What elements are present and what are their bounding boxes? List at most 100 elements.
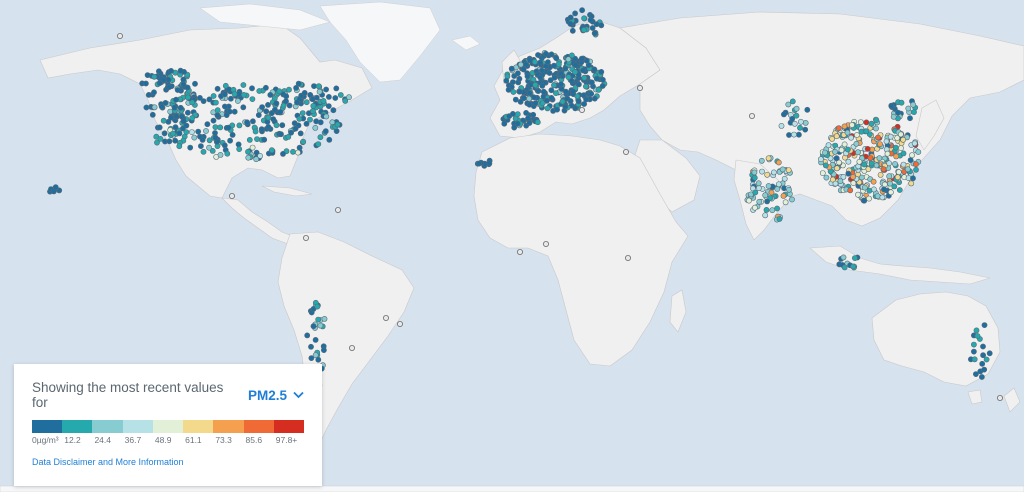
station-marker[interactable] [570,88,576,95]
station-marker[interactable] [580,67,586,74]
station-marker[interactable] [503,77,510,84]
station-marker[interactable] [764,171,771,178]
station-marker[interactable] [797,124,803,131]
station-marker[interactable] [270,116,277,122]
station-marker[interactable] [310,103,317,109]
station-marker[interactable] [884,150,891,157]
no-data-marker[interactable] [517,248,524,255]
station-marker[interactable] [567,98,574,104]
station-marker[interactable] [173,96,179,103]
station-marker[interactable] [883,138,890,145]
station-marker[interactable] [185,94,191,101]
station-marker[interactable] [200,98,207,104]
station-marker[interactable] [569,27,576,34]
station-marker[interactable] [874,193,881,199]
station-marker[interactable] [337,92,344,98]
station-marker[interactable] [868,120,875,127]
station-marker[interactable] [510,89,517,95]
station-marker[interactable] [572,69,578,75]
station-marker[interactable] [789,196,795,203]
station-marker[interactable] [156,80,163,86]
station-marker[interactable] [261,136,268,143]
station-marker[interactable] [178,113,185,120]
station-marker[interactable] [180,76,187,83]
station-marker[interactable] [249,96,256,102]
station-marker[interactable] [900,161,907,168]
station-marker[interactable] [166,84,173,90]
station-marker[interactable] [192,80,198,87]
station-marker[interactable] [591,66,598,73]
station-marker[interactable] [841,141,848,148]
station-marker[interactable] [510,111,516,117]
station-marker[interactable] [321,315,328,322]
station-marker[interactable] [764,198,770,205]
station-marker[interactable] [863,119,870,126]
station-marker[interactable] [530,111,537,118]
station-marker[interactable] [526,95,532,102]
station-marker[interactable] [255,112,262,118]
station-marker[interactable] [870,178,877,185]
station-marker[interactable] [558,70,565,77]
station-marker[interactable] [170,130,176,137]
station-marker[interactable] [315,141,322,147]
station-marker[interactable] [188,129,195,135]
station-marker[interactable] [258,126,265,133]
station-marker[interactable] [526,90,533,96]
station-marker[interactable] [980,352,986,359]
station-marker[interactable] [581,74,588,81]
station-marker[interactable] [589,25,596,31]
station-marker[interactable] [278,131,284,138]
station-marker[interactable] [847,187,854,194]
station-marker[interactable] [780,192,787,199]
station-marker[interactable] [786,186,792,193]
station-marker[interactable] [245,148,251,155]
station-marker[interactable] [888,103,895,109]
station-marker[interactable] [818,156,824,163]
station-marker[interactable] [823,174,830,181]
station-marker[interactable] [894,174,901,181]
parameter-dropdown[interactable]: PM2.5 [248,388,304,403]
station-marker[interactable] [145,92,152,98]
no-data-marker[interactable] [348,344,355,351]
station-marker[interactable] [980,343,986,350]
station-marker[interactable] [856,158,863,165]
station-marker[interactable] [231,108,238,115]
station-marker[interactable] [288,129,294,136]
station-marker[interactable] [572,10,578,17]
station-marker[interactable] [554,106,560,113]
station-marker[interactable] [263,108,270,115]
station-marker[interactable] [197,143,204,149]
station-marker[interactable] [841,264,848,271]
station-marker[interactable] [974,333,981,339]
station-marker[interactable] [545,59,551,66]
station-marker[interactable] [873,117,880,123]
station-marker[interactable] [221,103,228,110]
station-marker[interactable] [191,134,198,141]
station-marker[interactable] [173,113,180,120]
station-marker[interactable] [516,75,523,82]
station-marker[interactable] [273,100,280,107]
station-marker[interactable] [320,347,327,353]
station-marker[interactable] [240,92,247,98]
station-marker[interactable] [796,131,802,138]
station-marker[interactable] [273,122,280,129]
station-marker[interactable] [793,105,800,112]
station-marker[interactable] [909,152,915,159]
station-marker[interactable] [574,93,581,100]
station-marker[interactable] [775,181,782,188]
station-marker[interactable] [875,134,881,141]
station-marker[interactable] [236,122,243,129]
station-marker[interactable] [532,100,539,107]
station-marker[interactable] [861,161,868,168]
station-marker[interactable] [861,197,868,204]
station-marker[interactable] [802,120,809,126]
station-marker[interactable] [303,120,310,127]
station-marker[interactable] [915,149,922,155]
no-data-marker[interactable] [997,394,1004,401]
station-marker[interactable] [873,162,880,169]
station-marker[interactable] [789,98,796,105]
station-marker[interactable] [908,180,915,187]
station-marker[interactable] [589,79,595,86]
station-marker[interactable] [320,98,327,104]
station-marker[interactable] [833,133,840,140]
